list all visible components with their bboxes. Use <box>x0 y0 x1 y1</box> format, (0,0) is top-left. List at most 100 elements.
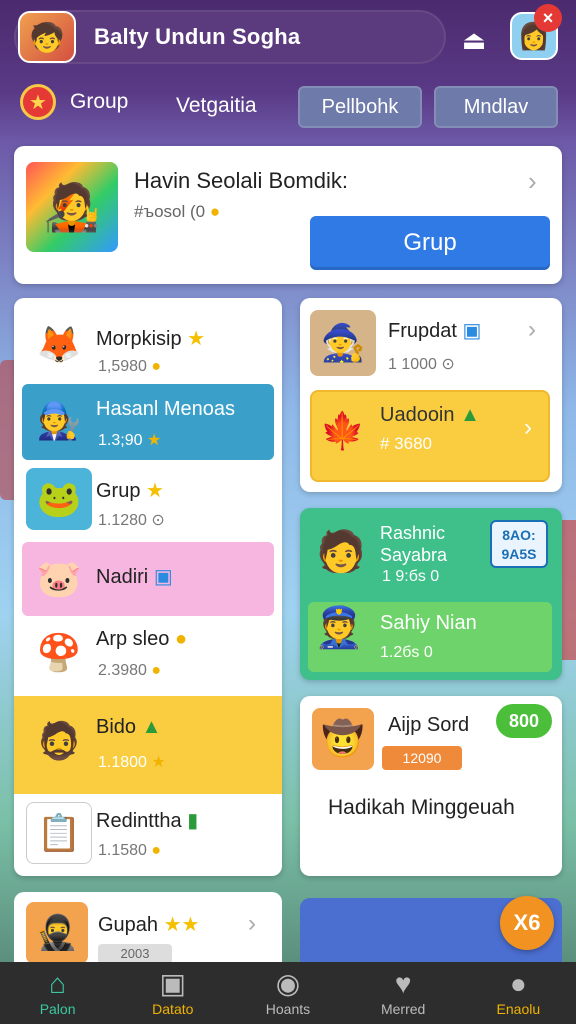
nav-item-hoants[interactable]: ◉ Hoants <box>230 962 345 1024</box>
list-item[interactable]: 🐷 Nadiri ▣ <box>22 542 274 616</box>
tab-vetgaitia[interactable]: Vetgaitia <box>176 94 257 118</box>
star-icon: ★ <box>146 480 164 502</box>
list-item-name: Grup <box>96 480 141 502</box>
list-item-name: Redinttha <box>96 810 182 832</box>
tab-pellbohk[interactable]: Pellbohk <box>298 86 422 128</box>
nav-item-datato[interactable]: ▣ Datato <box>115 962 230 1024</box>
leaf-icon: 🍁 <box>320 410 365 451</box>
list-item-value: 2.3980 <box>98 662 147 679</box>
heart-icon: ♥ <box>394 968 412 999</box>
character-avatar: 🥷 <box>26 902 88 964</box>
gupah-card[interactable]: 🥷 Gupah ★★ › 2003 <box>14 892 282 972</box>
tab-bar: ★ Group Vetgaitia Pellbohk Mndlav <box>14 84 562 130</box>
star-icon: ★ <box>20 84 56 120</box>
list-item[interactable]: 🧔 Bido ▲ 1.1800 ★ <box>14 696 282 794</box>
list-item[interactable]: 📋 Redinttha ▮ 1.1580 ● <box>14 798 282 870</box>
user-avatar[interactable]: 🧒 <box>18 11 76 63</box>
list-item[interactable]: 🐸 Grup ★ 1.1280 ⊙ <box>14 466 282 534</box>
coin-icon: ● <box>151 662 162 679</box>
chevron-right-icon[interactable]: › <box>528 166 537 197</box>
list-item-value: 1.3;90 <box>98 432 143 449</box>
nav-item-enaolu[interactable]: ● Enaolu <box>461 962 576 1024</box>
tab-group[interactable]: ★ Group <box>20 84 128 120</box>
upload-icon[interactable]: ⏏ <box>456 22 492 58</box>
frupdat-card[interactable]: 🧙 Frupdat ▣ 1 1000 ⊙ › 🍁 Uadooin ▲ # 368… <box>300 298 562 492</box>
calendar-icon: ▣ <box>159 968 187 999</box>
chevron-right-icon[interactable]: › <box>248 910 256 938</box>
badge-icon: ▣ <box>153 566 173 588</box>
clock-icon: ⊙ <box>151 512 165 529</box>
featured-card[interactable]: 🧑‍🎤 Havin Seolali Bomdik: #ъosol (0 ● › … <box>14 146 562 284</box>
coin-icon: ● <box>151 358 162 375</box>
header-title: Balty Undun Sogha <box>94 24 301 49</box>
bottom-nav: ⌂ Palon ▣ Datato ◉ Hoants ♥ Merred ● Ena… <box>0 962 576 1024</box>
card-title: Aijp Sord <box>388 714 470 736</box>
list-item-value: 1.1580 <box>98 842 147 859</box>
button-value: # 3680 <box>380 434 432 453</box>
nav-label: Enaolu <box>496 1001 541 1017</box>
document-icon: 📋 <box>26 802 92 864</box>
list-item-value: 1,5980 <box>98 358 147 375</box>
price-tag: 8AO: 9A5S <box>490 520 548 568</box>
star-icon: ★★ <box>163 914 200 936</box>
chevron-right-icon: › <box>524 414 532 441</box>
nav-label: Datato <box>152 1001 194 1017</box>
monster-icon: 🐸 <box>26 468 92 530</box>
uadooin-button[interactable]: 🍁 Uadooin ▲ # 3680 › <box>310 390 550 482</box>
mario-icon: 🍄 <box>26 622 92 684</box>
card-title: Frupdat <box>388 320 457 342</box>
blob-icon: 🐷 <box>36 558 82 599</box>
list-item-name: Arp sleo <box>96 628 170 650</box>
rashnic-card[interactable]: 🧑 Rashnic Sayabra 1 9:бs 0 8AO: 9A5S 👮 Sah… <box>300 508 562 680</box>
list-item-value: 1.1280 <box>98 512 147 529</box>
character-avatar: 🧙 <box>310 310 376 376</box>
coin-icon: ● <box>209 202 221 221</box>
badge-icon: ▲ <box>460 404 480 426</box>
nav-label: Merred <box>380 1001 426 1017</box>
aijp-sord-card[interactable]: 🤠 Aijp Sord 12090 800 Hadikah Minggeuah <box>300 696 562 876</box>
fox-icon: 🦊 <box>26 314 92 376</box>
list-item[interactable]: 🍄 Arp sleo ● 2.3980 ● <box>14 618 282 690</box>
card-value: 12090 <box>382 746 462 770</box>
nav-label: Hoants <box>265 1001 311 1017</box>
coin-icon: ● <box>174 628 188 650</box>
list-item-name: Hasanl Menoas <box>96 398 235 420</box>
clock-icon: ⊙ <box>441 356 455 373</box>
character-icon: 🧔 <box>36 720 82 761</box>
item-value: 1.2бs 0 <box>380 644 433 661</box>
tab-mndlav[interactable]: Mndlav <box>434 86 558 128</box>
sahiy-nian-item[interactable]: 👮 Sahiy Nian 1.2бs 0 <box>308 602 552 672</box>
character-icon: 🧑‍🔧 <box>36 400 82 441</box>
nav-item-palon[interactable]: ⌂ Palon <box>0 962 115 1024</box>
chevron-right-icon[interactable]: › <box>528 316 536 344</box>
list-item-name: Nadiri <box>96 566 149 588</box>
item-title: Sahiy Nian <box>380 612 477 634</box>
tab-group-label: Group <box>70 90 129 113</box>
featured-image: 🧑‍🎤 <box>26 162 118 252</box>
card-title: Rashnic Sayabra <box>380 523 448 565</box>
featured-subtitle: #ъosol (0 ● <box>134 202 221 221</box>
card-body: Hadikah Minggeuah <box>328 796 515 819</box>
list-item[interactable]: 🧑‍🔧 Hasanl Menoas 1.3;90 ★ <box>22 384 274 460</box>
grup-button[interactable]: Grup <box>310 216 550 270</box>
coin-icon: ★ <box>146 432 162 449</box>
character-avatar: 👮 <box>314 606 364 650</box>
button-title: Uadooin <box>380 404 455 426</box>
card-title: Gupah <box>98 914 159 936</box>
list-item[interactable]: 🦊 Morpkisip ★ 1,5980 ● <box>14 310 282 382</box>
character-avatar: 🧑 <box>316 529 366 574</box>
points-badge: 800 <box>496 704 552 738</box>
nav-label: Palon <box>39 1001 76 1017</box>
close-icon[interactable]: × <box>534 4 562 32</box>
action-button[interactable]: X6 <box>500 896 554 950</box>
group-list: 🦊 Morpkisip ★ 1,5980 ● 🧑‍🔧 Hasanl Menoas… <box>14 298 282 876</box>
list-item-name: Bido <box>96 716 137 738</box>
nav-item-merred[interactable]: ♥ Merred <box>346 962 461 1024</box>
character-avatar: 🤠 <box>312 708 374 770</box>
card-tag: 2003 <box>98 944 172 964</box>
clock-icon: ◉ <box>275 968 301 999</box>
header-bar: 🧒 Balty Undun Sogha <box>14 10 446 64</box>
badge-icon: ▣ <box>462 320 482 342</box>
card-value: 1 1000 <box>388 356 437 373</box>
home-icon: ⌂ <box>49 968 67 999</box>
